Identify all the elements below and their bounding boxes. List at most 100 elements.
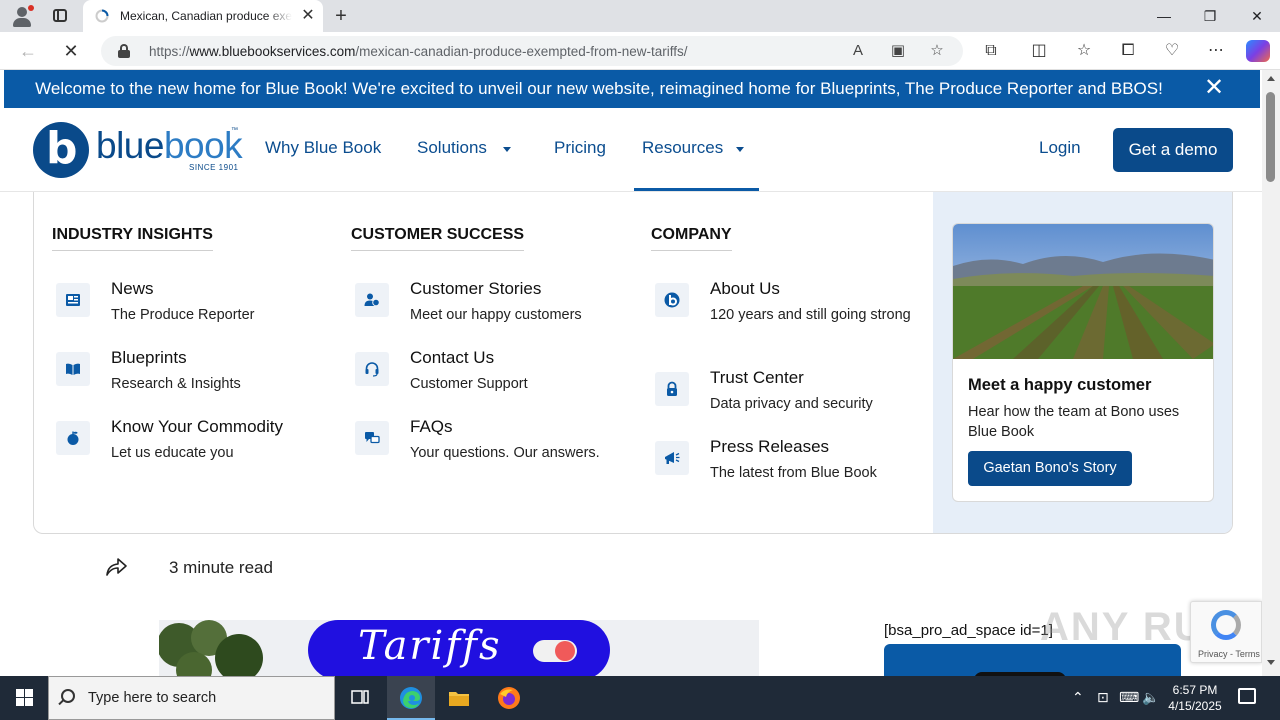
promo-text: Hear how the team at Bono uses Blue Book [968, 404, 1180, 440]
solutions-chevron-down-icon[interactable] [503, 147, 511, 152]
split-screen-icon[interactable]: ◫ [1028, 40, 1050, 62]
file-explorer-icon[interactable] [435, 676, 483, 720]
page-scrollbar[interactable] [1262, 70, 1280, 676]
network-icon[interactable]: ⌨ [1119, 689, 1139, 706]
announcement-bar: Welcome to the new home for Blue Book! W… [4, 70, 1260, 108]
logo-trademark: ™ [231, 127, 238, 134]
windows-start-icon[interactable] [0, 676, 48, 720]
menu-item-about-us[interactable]: About Us 120 years and still going stron… [655, 279, 935, 349]
menu-item-faqs[interactable]: FAQs Your questions. Our answers. [355, 417, 635, 477]
menu-item-title: News [111, 279, 154, 298]
page-loading-icon [95, 9, 109, 23]
menu-item-subtitle: Data privacy and security [710, 396, 873, 412]
menu-item-subtitle: The latest from Blue Book [710, 465, 877, 481]
get-demo-button[interactable]: Get a demo [1113, 128, 1233, 172]
menu-item-know-your-commodity[interactable]: Know Your Commodity Let us educate you [56, 417, 336, 477]
back-icon[interactable]: ← [16, 39, 40, 63]
megaphone-icon [655, 441, 689, 475]
immersive-reader-icon[interactable]: ▣ [888, 41, 908, 61]
toggle-graphic-icon [533, 640, 577, 662]
favorites-icon[interactable]: ☆ [1073, 40, 1095, 62]
address-bar[interactable]: https://www.bluebookservices.com/mexican… [101, 36, 963, 66]
scroll-up-icon[interactable] [1267, 76, 1275, 81]
nav-why-blue-book[interactable]: Why Blue Book [265, 138, 381, 158]
announcement-text: Welcome to the new home for Blue Book! W… [35, 79, 1163, 98]
scroll-thumb[interactable] [1266, 92, 1275, 182]
industry-insights-heading: INDUSTRY INSIGHTS [52, 226, 213, 251]
login-link[interactable]: Login [1039, 138, 1081, 158]
menu-item-subtitle: Your questions. Our answers. [410, 445, 600, 461]
scroll-down-icon[interactable] [1267, 660, 1275, 665]
taskbar-search-box[interactable]: Type here to search [48, 676, 335, 720]
share-icon[interactable] [104, 555, 128, 579]
customer-story-button[interactable]: Gaetan Bono's Story [968, 451, 1132, 486]
company-heading: COMPANY [651, 226, 732, 251]
logo-since: SINCE 1901 [189, 163, 239, 172]
lock-icon[interactable] [118, 44, 130, 58]
menu-item-title: Contact Us [410, 348, 495, 367]
browser-essentials-icon[interactable]: ♡ [1161, 40, 1183, 62]
collections-icon[interactable]: ⧠ [1117, 40, 1139, 62]
tariffs-word: Tariffs [358, 623, 502, 669]
menu-item-contact-us[interactable]: Contact Us Customer Support [355, 348, 635, 408]
settings-more-icon[interactable]: ⋯ [1205, 40, 1227, 62]
menu-item-trust-center[interactable]: Trust Center Data privacy and security [655, 368, 935, 428]
new-tab-button[interactable]: + [330, 5, 352, 27]
menu-item-news[interactable]: News The Produce Reporter [56, 279, 336, 339]
window-minimize-button[interactable]: — [1152, 4, 1176, 28]
extensions-icon[interactable]: ⧉ [980, 40, 1002, 62]
edge-browser-icon[interactable] [387, 676, 435, 720]
resources-chevron-down-icon[interactable] [736, 147, 744, 152]
recaptcha-links[interactable]: Privacy - Terms [1198, 649, 1260, 659]
stop-loading-icon[interactable]: ✕ [59, 39, 83, 63]
tray-chevron-up-icon[interactable]: ⌃ [1072, 689, 1084, 706]
ad-placeholder-label: [bsa_pro_ad_space id=1] [884, 622, 1053, 639]
announcement-close-icon[interactable]: ✕ [1202, 76, 1226, 100]
farm-field-image [953, 224, 1213, 359]
menu-item-subtitle: 120 years and still going strong [710, 307, 911, 323]
customer-success-heading: CUSTOMER SUCCESS [351, 226, 525, 251]
tariffs-banner: Tariffs [308, 620, 610, 676]
copilot-icon[interactable] [1246, 40, 1270, 62]
task-view-icon[interactable] [336, 676, 384, 720]
tray-device-icon[interactable]: ⊡ [1097, 689, 1109, 706]
volume-icon[interactable]: 🔈 [1142, 689, 1159, 706]
headset-icon [355, 352, 389, 386]
recaptcha-badge[interactable]: Privacy - Terms [1190, 601, 1262, 663]
menu-item-subtitle: The Produce Reporter [111, 307, 255, 323]
firefox-icon[interactable] [485, 676, 533, 720]
menu-item-title: Trust Center [710, 368, 804, 387]
url-text[interactable]: https://www.bluebookservices.com/mexican… [149, 44, 688, 59]
menu-item-customer-stories[interactable]: Customer Stories Meet our happy customer… [355, 279, 635, 339]
menu-promo-panel: Meet a happy customer Hear how the team … [933, 192, 1232, 533]
browser-tab-active[interactable]: Mexican, Canadian produce exempted from … [83, 0, 323, 32]
taskbar-clock[interactable]: 6:57 PM 4/15/2025 [1160, 682, 1230, 714]
menu-item-title: Blueprints [111, 348, 187, 367]
profile-icon[interactable] [10, 5, 34, 27]
address-toolbar: ← ✕ https://www.bluebookservices.com/mex… [0, 32, 1280, 70]
notifications-icon[interactable] [1238, 688, 1256, 704]
menu-item-subtitle: Research & Insights [111, 376, 241, 392]
browser-tab-strip: Mexican, Canadian produce exempted from … [0, 0, 1280, 32]
windows-taskbar: Type here to search ⌃ ⊡ ⌨ 🔈 6:57 PM 4/15… [0, 676, 1280, 720]
window-close-button[interactable]: ✕ [1245, 4, 1269, 28]
window-restore-button[interactable]: ❐ [1198, 4, 1222, 28]
tab-actions-icon[interactable] [48, 6, 72, 26]
menu-item-press-releases[interactable]: Press Releases The latest from Blue Book [655, 437, 935, 497]
chat-icon [355, 421, 389, 455]
nav-pricing[interactable]: Pricing [554, 138, 606, 158]
logo-mark-icon: b [33, 122, 89, 178]
menu-item-title: FAQs [410, 417, 453, 436]
read-aloud-icon[interactable]: A [848, 41, 868, 61]
favorite-star-icon[interactable]: ☆ [927, 41, 947, 61]
menu-item-blueprints[interactable]: Blueprints Research & Insights [56, 348, 336, 408]
active-nav-indicator [634, 188, 759, 191]
tab-title: Mexican, Canadian produce exempted from … [120, 9, 292, 23]
bluebook-logo[interactable]: b bluebook ™ SINCE 1901 [33, 121, 243, 179]
nav-solutions[interactable]: Solutions [417, 138, 487, 158]
tab-close-icon[interactable]: ✕ [299, 7, 317, 25]
menu-item-subtitle: Let us educate you [111, 445, 234, 461]
nav-resources[interactable]: Resources [642, 138, 723, 158]
menu-item-subtitle: Customer Support [410, 376, 528, 392]
users-icon [355, 283, 389, 317]
